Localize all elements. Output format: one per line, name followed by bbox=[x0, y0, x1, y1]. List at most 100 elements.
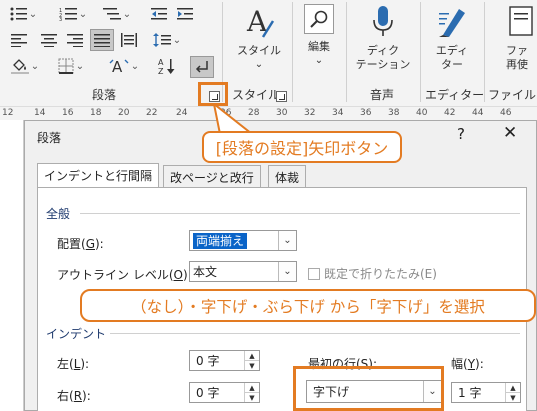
sort-icon: AZ bbox=[158, 58, 175, 75]
document-page bbox=[0, 120, 24, 411]
justify-button[interactable] bbox=[90, 29, 114, 51]
search-icon bbox=[310, 10, 328, 28]
distributed-icon bbox=[121, 33, 137, 47]
svg-text:Z: Z bbox=[158, 67, 164, 75]
svg-text:3: 3 bbox=[59, 17, 62, 21]
line-spacing-icon bbox=[152, 33, 171, 47]
styles-icon: A bbox=[246, 5, 275, 38]
multilevel-list-icon bbox=[102, 8, 121, 20]
help-button[interactable]: ? bbox=[457, 125, 465, 143]
paragraph-group-label: 段落 bbox=[92, 88, 117, 102]
launcher-callout: [段落の設定]矢印ボタン bbox=[202, 131, 402, 163]
sort-button[interactable]: AZ bbox=[154, 56, 180, 76]
left-indent-spinner[interactable]: 0 字 ▲ ▼ bbox=[189, 350, 260, 371]
close-button[interactable]: ✕ bbox=[503, 123, 517, 143]
ruler-tick: 16 bbox=[62, 108, 74, 118]
bullets-button[interactable] bbox=[6, 4, 40, 24]
collapsed-by-default-checkbox[interactable]: 既定で折りたたみ(E) bbox=[308, 265, 437, 282]
asian-layout-button[interactable]: A bbox=[104, 56, 144, 76]
align-left-icon bbox=[11, 34, 27, 47]
show-marks-button[interactable] bbox=[190, 56, 214, 78]
decrease-indent-button[interactable] bbox=[148, 4, 170, 24]
ruler-tick: 12 bbox=[2, 108, 14, 118]
ruler-tick: 38 bbox=[388, 108, 400, 118]
style-button[interactable]: A スタイル ⌄ bbox=[230, 4, 288, 72]
edit-button[interactable]: 編集 ⌄ bbox=[298, 2, 340, 68]
spin-down-icon[interactable]: ▼ bbox=[245, 392, 259, 402]
spin-up-icon[interactable]: ▲ bbox=[245, 383, 259, 392]
style-dialog-launcher[interactable] bbox=[276, 91, 287, 102]
align-center-button[interactable] bbox=[38, 30, 60, 50]
outline-level-select[interactable]: 本文 ⌄ bbox=[189, 261, 297, 282]
numbering-button[interactable]: 123 bbox=[56, 4, 90, 24]
editor-group-label: エディター bbox=[425, 88, 485, 102]
collapsed-by-default-label: 既定で折りたたみ(E) bbox=[324, 267, 437, 281]
decrease-indent-icon bbox=[151, 8, 167, 20]
editor-button[interactable]: エディ ター bbox=[424, 4, 480, 72]
width-spinner[interactable]: 1 字 ▲ ▼ bbox=[451, 382, 521, 403]
dictate-label-line2: テーション bbox=[355, 58, 411, 71]
increase-indent-button[interactable] bbox=[174, 4, 196, 24]
chevron-down-icon[interactable]: ⌄ bbox=[278, 262, 296, 281]
align-right-button[interactable] bbox=[64, 30, 86, 50]
spin-up-icon[interactable]: ▲ bbox=[245, 351, 259, 360]
checkbox-box[interactable] bbox=[308, 267, 320, 280]
ruler-tick: 18 bbox=[90, 108, 102, 118]
editor-label-line1: エディ bbox=[435, 44, 469, 57]
voice-group-label: 音声 bbox=[370, 88, 395, 102]
divider bbox=[80, 213, 520, 214]
line-spacing-button[interactable] bbox=[150, 30, 184, 50]
width-value: 1 字 bbox=[458, 386, 482, 400]
ruler-tick: 42 bbox=[444, 108, 456, 118]
select-callout: （なし）・字下げ・ぶら下げ から「字下げ」を選択 bbox=[80, 289, 536, 322]
group-divider bbox=[346, 2, 347, 102]
width-label: 幅(Y): bbox=[451, 357, 484, 371]
ruler-tick: 30 bbox=[276, 108, 288, 118]
left-indent-label: 左(L): bbox=[57, 357, 90, 371]
ruler-tick: 34 bbox=[332, 108, 344, 118]
ruler-tick: 44 bbox=[472, 108, 484, 118]
spin-up-icon[interactable]: ▲ bbox=[506, 383, 520, 392]
launcher-highlight bbox=[198, 82, 228, 106]
borders-icon bbox=[58, 58, 74, 74]
paint-bucket-icon bbox=[10, 59, 29, 74]
ruler-tick: 40 bbox=[416, 108, 428, 118]
tab-asian-typography[interactable]: 体裁 bbox=[268, 165, 307, 187]
outline-level-label: アウトライン レベル(O): bbox=[57, 268, 192, 282]
reuse-files-label-line1: ファ bbox=[506, 44, 528, 57]
bullets-icon bbox=[10, 7, 27, 21]
alignment-value: 両端揃え bbox=[193, 233, 248, 249]
borders-button[interactable] bbox=[54, 56, 88, 76]
dialog-title: 段落 bbox=[37, 131, 62, 145]
align-left-button[interactable] bbox=[8, 30, 30, 50]
reuse-files-button[interactable]: ファ 再使 bbox=[496, 4, 537, 72]
file-group-label: ファイルを bbox=[488, 88, 537, 102]
general-section-title: 全般 bbox=[46, 207, 71, 221]
spin-down-icon[interactable]: ▼ bbox=[245, 360, 259, 370]
align-center-icon bbox=[41, 34, 57, 47]
reuse-files-label-line2: 再使 bbox=[506, 58, 528, 71]
tab-indent-spacing[interactable]: インデントと行間隔 bbox=[37, 163, 160, 187]
justify-icon bbox=[94, 34, 110, 47]
dictate-button[interactable]: ディク テーション bbox=[352, 4, 414, 72]
right-indent-spinner[interactable]: 0 字 ▲ ▼ bbox=[189, 382, 260, 403]
svg-text:A: A bbox=[112, 58, 123, 74]
multilevel-list-button[interactable] bbox=[100, 4, 134, 24]
shading-button[interactable] bbox=[8, 56, 42, 76]
chevron-down-icon[interactable]: ⌄ bbox=[278, 231, 296, 250]
distributed-button[interactable] bbox=[118, 30, 140, 50]
left-indent-value: 0 字 bbox=[196, 354, 220, 368]
tab-line-page-breaks[interactable]: 改ページと改行 bbox=[163, 165, 261, 187]
ruler-tick: 24 bbox=[176, 108, 188, 118]
alignment-select[interactable]: 両端揃え ⌄ bbox=[189, 230, 297, 251]
ruler-tick: 46 bbox=[500, 108, 512, 118]
group-divider bbox=[292, 2, 293, 102]
ruler-tick: 14 bbox=[34, 108, 46, 118]
chevron-down-icon: ⌄ bbox=[314, 55, 324, 66]
chevron-down-icon: ⌄ bbox=[254, 59, 264, 70]
paragraph-dialog: 段落 ? ✕ インデントと行間隔 改ページと改行 体裁 全般 配置(G): 両端… bbox=[24, 120, 537, 411]
spin-down-icon[interactable]: ▼ bbox=[506, 392, 520, 402]
style-button-label: スタイル bbox=[237, 44, 281, 57]
svg-text:A: A bbox=[158, 58, 164, 67]
align-right-icon bbox=[67, 34, 83, 47]
